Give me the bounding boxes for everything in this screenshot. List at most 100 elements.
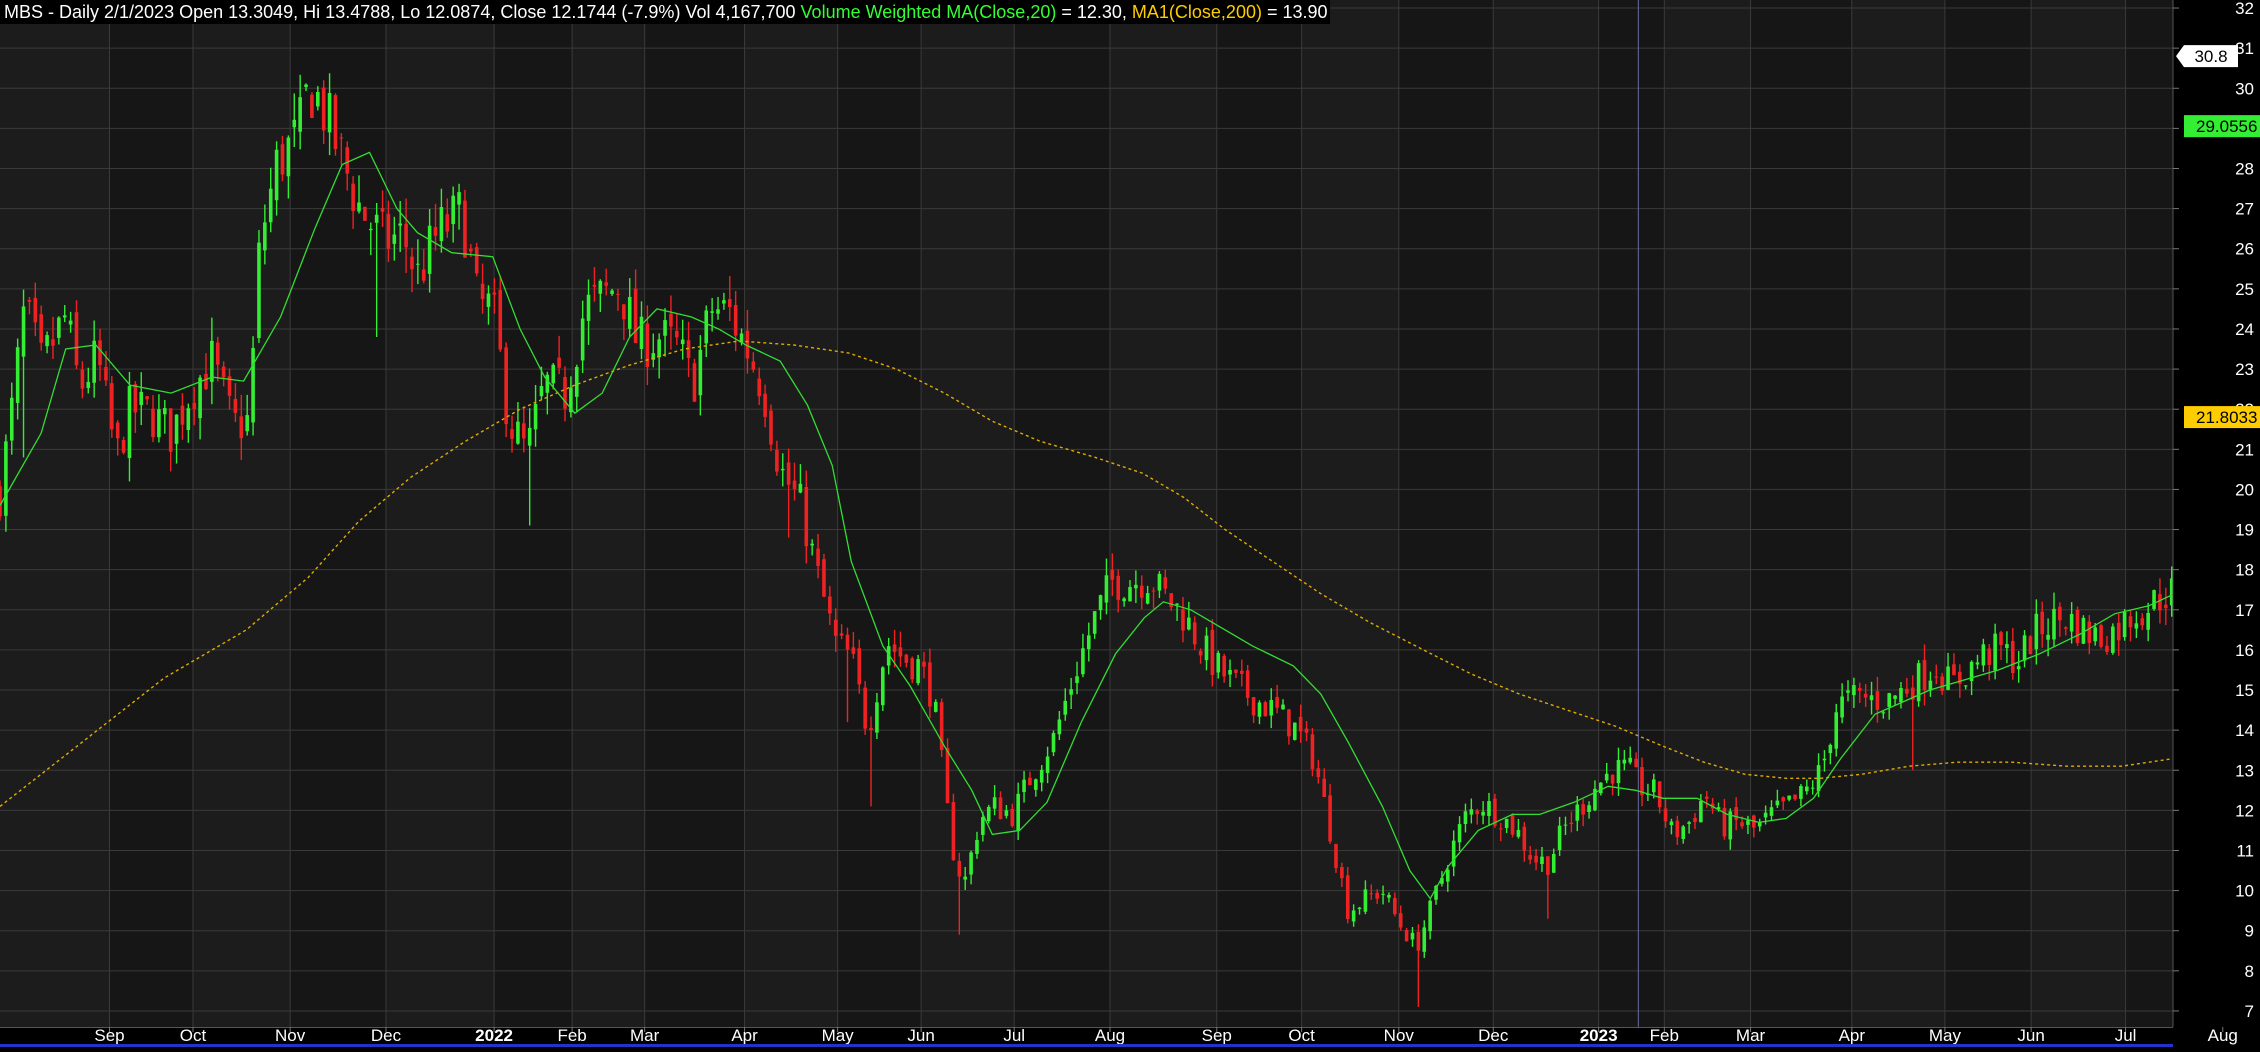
candle-body [857,648,862,685]
candle-body [704,310,709,344]
candle-down[interactable] [910,656,915,684]
candle-up[interactable] [881,666,885,712]
candle-up[interactable] [916,654,920,686]
candle-body [98,340,102,365]
candle-body [2016,666,2021,670]
candle-down[interactable] [692,358,697,403]
candle-body [292,119,297,128]
candle-down[interactable] [863,681,867,735]
candle-body [1010,808,1015,827]
date-tick-label: Sep [1202,1026,1232,1045]
candle-up[interactable] [2122,609,2127,641]
candle-down[interactable] [333,93,338,156]
candle-body [1463,811,1468,825]
candle-body [2022,635,2027,661]
candle-body [1422,927,1427,952]
candle-body [1634,758,1638,768]
candle-down[interactable] [110,376,114,438]
candle-up[interactable] [251,336,255,436]
candle-body [969,852,973,875]
candle-body [504,347,508,424]
candle-up[interactable] [2152,589,2156,611]
candle-body [2034,613,2039,650]
candle-body [1604,773,1609,781]
candle-body [1822,758,1827,761]
candle-body [2093,627,2097,642]
candle-body [1528,855,1532,860]
candle-down[interactable] [1510,813,1515,838]
candle-body [1875,691,1880,710]
candle-body [1922,660,1927,690]
candle-down[interactable] [2099,623,2103,649]
candle-down[interactable] [2075,606,2080,646]
candle-body [1805,786,1809,792]
candle-body [2046,634,2050,640]
candle-body [574,366,579,397]
price-tick-label: 24 [2235,320,2254,339]
candle-down[interactable] [310,92,314,119]
candle-body [1310,734,1315,770]
date-tick-label: Apr [731,1026,758,1045]
candle-body [1175,603,1179,605]
candle-down[interactable] [2028,635,2033,655]
candle-body [945,747,950,804]
candle-body [121,440,126,453]
month-band [1014,0,1111,1027]
date-tick-label: Feb [557,1026,586,1045]
candle-body [74,312,79,366]
month-band [837,0,922,1027]
candle-body [310,94,314,118]
candle-body [1522,826,1527,851]
candle-body [45,335,49,347]
candle-body [2028,636,2033,655]
candle-body [1987,648,1992,665]
candle-body [533,404,538,430]
candle-down[interactable] [769,404,773,452]
candle-up[interactable] [2081,615,2086,645]
month-band [921,0,1015,1027]
candle-down[interactable] [1263,700,1268,717]
month-band [1851,0,1945,1027]
candle-down[interactable] [939,698,944,757]
candle-body [1069,689,1073,695]
candle-body [733,304,738,336]
candle-body [510,429,514,439]
candle-down[interactable] [1310,727,1315,777]
candle-up[interactable] [986,804,991,824]
price-tick-label: 20 [2235,480,2254,499]
candle-body [1304,728,1309,733]
candle-up[interactable] [1916,660,1921,707]
candle-down[interactable] [1345,866,1350,924]
candle-body [9,397,14,441]
chart-canvas[interactable]: 7891011121314151617181920212223242526272… [0,0,2260,1047]
candle-down[interactable] [822,553,826,598]
candle-body [1869,695,1874,701]
candle-body [439,207,444,242]
candle-down[interactable] [951,793,956,862]
candle-down[interactable] [504,342,508,438]
candle-body [1410,932,1415,940]
price-chart[interactable]: 7891011121314151617181920212223242526272… [0,0,2260,1047]
candle-body [2040,611,2045,635]
month-band [0,0,110,1027]
candle-body [1781,797,1786,802]
candle-down[interactable] [363,206,367,221]
date-tick-label: May [1929,1026,1962,1045]
candle-down[interactable] [0,480,2,521]
candle-body [1899,687,1903,703]
candle-body [1999,632,2003,645]
candle-down[interactable] [474,242,479,277]
candle-body [1369,893,1374,895]
candle-up[interactable] [257,230,261,343]
candle-body [1610,774,1615,784]
candle-up[interactable] [1292,722,1297,741]
candle-body [463,200,467,258]
candle-body [1322,778,1327,797]
candle-body [1516,829,1521,837]
candle-body [1357,907,1362,910]
candle-body [1028,777,1032,786]
candle-body [2010,641,2015,674]
candle-body [828,596,832,614]
candle-body [451,195,455,225]
candle-up[interactable] [2111,623,2115,655]
